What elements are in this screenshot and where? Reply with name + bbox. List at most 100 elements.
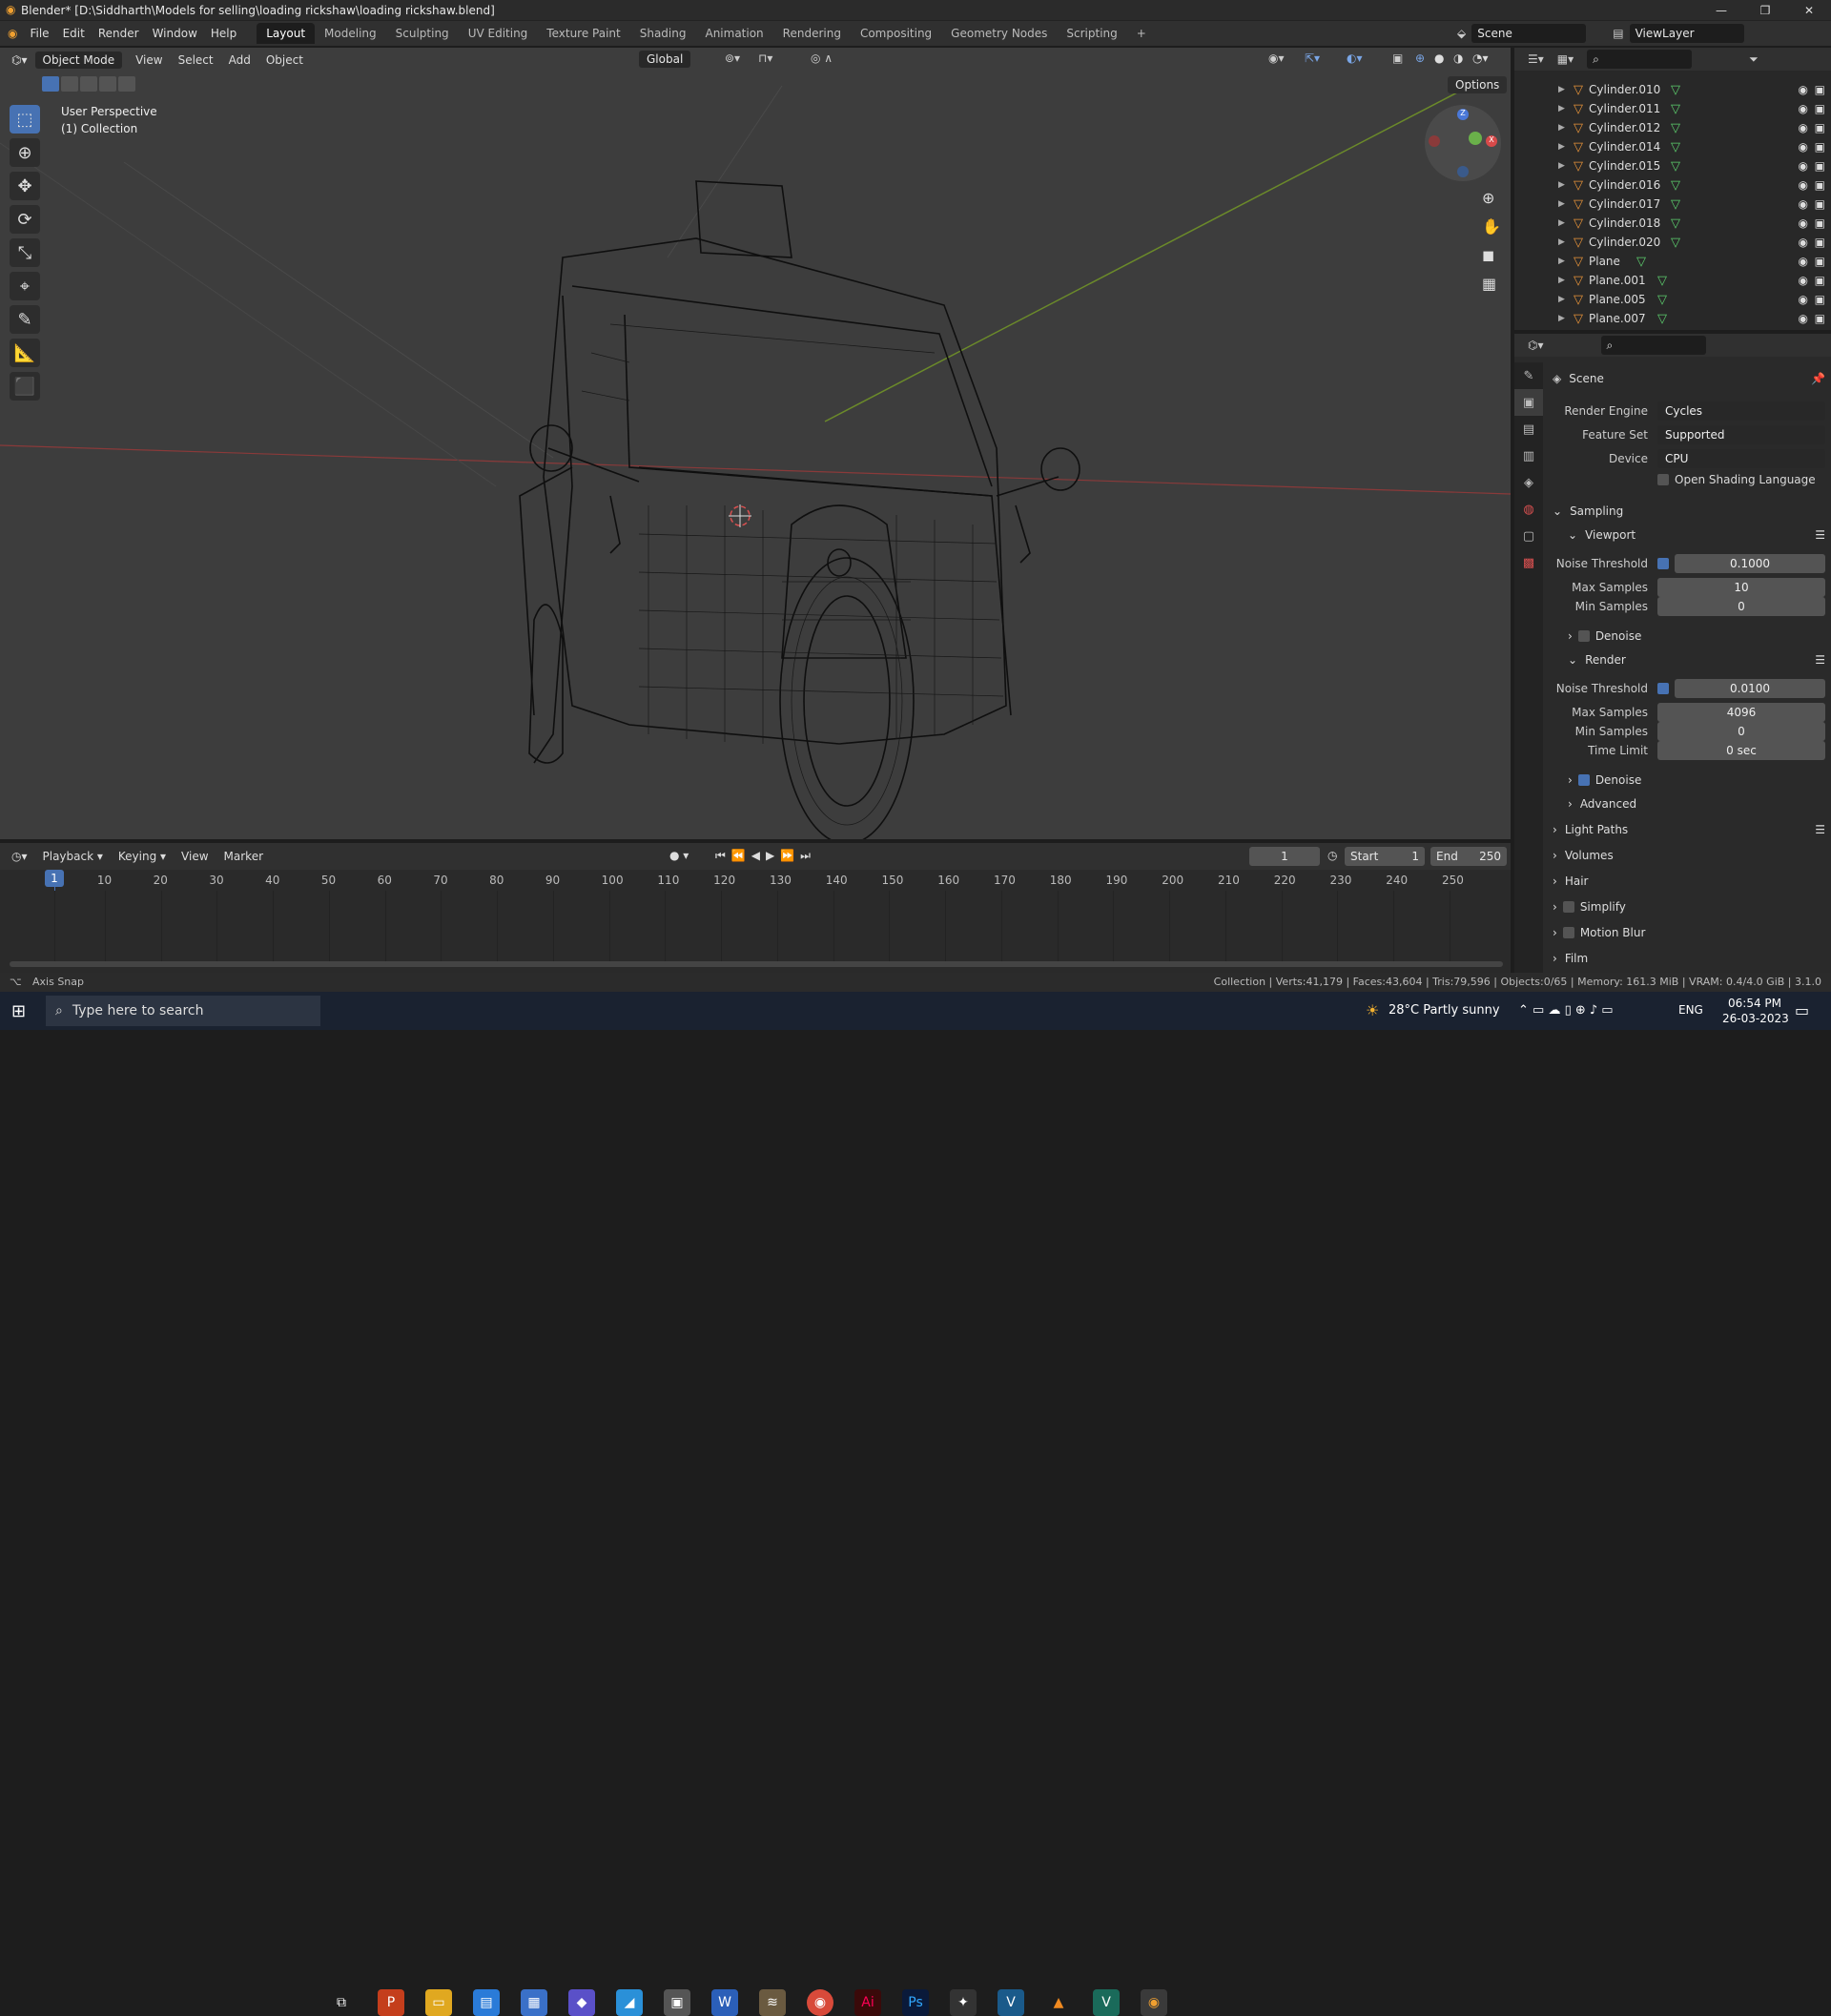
outliner-row[interactable]: ▶ ▽ Cylinder.020 ▽ ◉ ▣ — [1514, 233, 1831, 252]
tab-layout[interactable]: Layout — [257, 23, 316, 44]
render-camera-icon[interactable]: ▣ — [1815, 312, 1825, 325]
outliner-row[interactable]: ▶ ▽ Cylinder.017 ▽ ◉ ▣ — [1514, 195, 1831, 214]
orientation-dropdown[interactable]: Global — [639, 51, 691, 68]
app-icon[interactable]: ▣ — [664, 1989, 690, 2016]
simplify-checkbox[interactable] — [1562, 901, 1574, 913]
viewport-subpanel-header[interactable]: ⌄ Viewport ☰ — [1568, 525, 1825, 545]
menu-select[interactable]: Select — [178, 53, 214, 67]
task-view-icon[interactable]: ⧉ — [328, 1989, 355, 2016]
render-camera-icon[interactable]: ▣ — [1815, 293, 1825, 306]
timeline-editor-icon[interactable]: ◷▾ — [11, 850, 28, 863]
visibility-eye-icon[interactable]: ◉ — [1799, 159, 1808, 173]
xray-icon[interactable]: ▣ — [1392, 51, 1403, 65]
render-camera-icon[interactable]: ▣ — [1815, 255, 1825, 268]
render-camera-icon[interactable]: ▣ — [1815, 140, 1825, 154]
language-indicator[interactable]: ENG — [1678, 1003, 1703, 1017]
visibility-eye-icon[interactable]: ◉ — [1799, 83, 1808, 96]
visibility-eye-icon[interactable]: ◉ — [1799, 274, 1808, 287]
navigation-gizmo[interactable]: Z X — [1425, 105, 1501, 181]
menu-file[interactable]: File — [30, 27, 49, 40]
proportional-edit-icon[interactable]: ◎ ∧ — [811, 51, 833, 65]
pan-hand-icon[interactable]: ✋ — [1482, 217, 1501, 236]
r-noise-threshold-field[interactable]: 0.0100 — [1675, 679, 1825, 698]
current-frame-field[interactable]: 1 — [1249, 847, 1320, 866]
list-icon[interactable]: ☰ — [1815, 653, 1825, 667]
properties-search-input[interactable]: ⌕ — [1600, 336, 1706, 355]
advanced-subpanel[interactable]: › Advanced — [1568, 793, 1825, 814]
chrome-icon[interactable]: ◉ — [807, 1989, 833, 2016]
render-tab-icon[interactable]: ▣ — [1514, 389, 1543, 416]
menu-window[interactable]: Window — [153, 27, 197, 40]
app-icon[interactable]: ◢ — [616, 1989, 643, 2016]
r-min-samples-field[interactable]: 0 — [1657, 722, 1825, 741]
outliner-row[interactable]: ▶ ▽ Plane.005 ▽ ◉ ▣ — [1514, 290, 1831, 309]
outliner-search-input[interactable]: ⌕ — [1587, 50, 1693, 69]
vp-denoise-checkbox[interactable] — [1577, 630, 1590, 642]
solid-shading-icon[interactable]: ● — [1434, 51, 1444, 65]
motion-blur-checkbox[interactable] — [1562, 927, 1574, 938]
tab-animation[interactable]: Animation — [695, 23, 772, 44]
tab-modeling[interactable]: Modeling — [315, 23, 386, 44]
sampling-panel-header[interactable]: ⌄ Sampling — [1553, 501, 1825, 522]
tab-rendering[interactable]: Rendering — [773, 23, 851, 44]
outliner-row[interactable]: ▶ ▽ Cylinder.010 ▽ ◉ ▣ — [1514, 80, 1831, 99]
hair-panel[interactable]: › Hair — [1553, 871, 1825, 892]
collection-tab-icon[interactable]: ▢ — [1514, 523, 1543, 549]
tab-texture-paint[interactable]: Texture Paint — [537, 23, 629, 44]
visibility-eye-icon[interactable]: ◉ — [1799, 236, 1808, 249]
r-time-limit-field[interactable]: 0 sec — [1657, 741, 1825, 760]
properties-editor-icon[interactable]: ⌬▾ — [1528, 339, 1544, 352]
word-icon[interactable]: W — [711, 1989, 738, 2016]
notification-icon[interactable]: ▭ — [1795, 1001, 1809, 1019]
tab-uv-editing[interactable]: UV Editing — [459, 23, 538, 44]
calendar-icon[interactable]: ▦ — [521, 1989, 547, 2016]
visibility-eye-icon[interactable]: ◉ — [1799, 178, 1808, 192]
tray-icons[interactable]: ⌃ ▭ ☁ ▯ ⊕ ♪ ▭ — [1518, 1003, 1614, 1018]
clock-time[interactable]: 06:54 PM — [1728, 997, 1781, 1010]
vlc-icon[interactable]: ▲ — [1045, 1989, 1072, 2016]
end-frame-field[interactable]: End 250 — [1430, 847, 1507, 866]
select-intersect-icon[interactable] — [118, 76, 135, 92]
file-explorer-icon[interactable]: ▭ — [425, 1989, 452, 2016]
render-subpanel-header[interactable]: ⌄ Render ☰ — [1568, 649, 1825, 670]
app-icon[interactable]: ◆ — [568, 1989, 595, 2016]
options-dropdown[interactable]: Options — [1448, 76, 1508, 93]
maximize-button[interactable]: ❐ — [1743, 0, 1787, 21]
record-icon[interactable]: ● ▾ — [669, 849, 689, 862]
osl-checkbox[interactable] — [1657, 474, 1669, 485]
visibility-eye-icon[interactable]: ◉ — [1799, 255, 1808, 268]
annotate-tool[interactable]: ✎ — [10, 305, 40, 334]
select-invert-icon[interactable] — [99, 76, 116, 92]
select-new-icon[interactable] — [42, 76, 59, 92]
list-icon[interactable]: ☰ — [1815, 823, 1825, 836]
editor-type-icon[interactable]: ⌬▾ — [11, 53, 28, 67]
vp-denoise-subpanel[interactable]: › Denoise — [1568, 626, 1825, 647]
r-denoise-checkbox[interactable] — [1577, 774, 1590, 786]
visibility-eye-icon[interactable]: ◉ — [1799, 293, 1808, 306]
object-mode-dropdown[interactable]: Object Mode — [34, 51, 123, 69]
filter-icon[interactable]: ⏷ — [1749, 52, 1759, 67]
display-mode-icon[interactable]: ▦▾ — [1557, 52, 1574, 66]
menu-render[interactable]: Render — [98, 27, 139, 40]
tab-geometry-nodes[interactable]: Geometry Nodes — [941, 23, 1057, 44]
render-camera-icon[interactable]: ▣ — [1815, 83, 1825, 96]
r-max-samples-field[interactable]: 4096 — [1657, 703, 1825, 722]
outliner-row[interactable]: ▶ ▽ Cylinder.014 ▽ ◉ ▣ — [1514, 137, 1831, 156]
list-icon[interactable]: ☰ — [1815, 528, 1825, 542]
pin-icon[interactable]: 📌 — [1811, 372, 1825, 385]
outliner-row[interactable]: ▶ ▽ Plane ▽ ◉ ▣ — [1514, 252, 1831, 271]
render-engine-dropdown[interactable]: Cycles — [1657, 401, 1825, 421]
tab-scripting[interactable]: Scripting — [1057, 23, 1126, 44]
outliner-row[interactable]: ▶ ▽ Cylinder.011 ▽ ◉ ▣ — [1514, 99, 1831, 118]
device-dropdown[interactable]: CPU — [1657, 449, 1825, 468]
gizmo-toggle-icon[interactable]: ⇱▾ — [1305, 51, 1320, 65]
illustrator-icon[interactable]: Ai — [854, 1989, 881, 2016]
app-icon[interactable]: V — [998, 1989, 1024, 2016]
select-box-tool[interactable]: ⬚ — [10, 105, 40, 134]
menu-add[interactable]: Add — [229, 53, 251, 67]
render-camera-icon[interactable]: ▣ — [1815, 159, 1825, 173]
feature-set-dropdown[interactable]: Supported — [1657, 425, 1825, 444]
view-layer-selector[interactable]: ViewLayer — [1629, 24, 1744, 43]
r-denoise-subpanel[interactable]: › Denoise — [1568, 770, 1825, 791]
outliner-row[interactable]: ▶ ▽ Cylinder.018 ▽ ◉ ▣ — [1514, 214, 1831, 233]
